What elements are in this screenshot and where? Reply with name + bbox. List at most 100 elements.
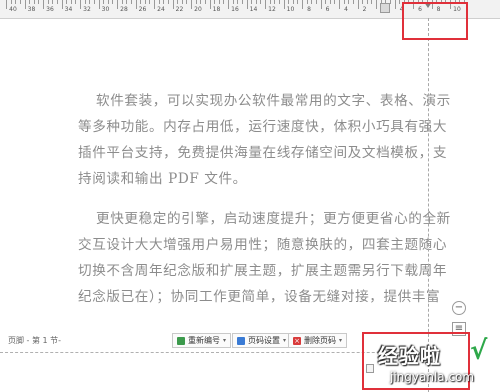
ruler-minor-tick xyxy=(107,0,109,4)
ruler-highlight-box xyxy=(402,2,468,40)
paragraph-2-line-3: 切换不含周年纪念版和扩展主题，扩展主题需另行下载周年 xyxy=(78,263,448,279)
ruler-minor-tick xyxy=(10,0,12,4)
ruler-minor-tick xyxy=(47,0,49,4)
ruler-minor-tick xyxy=(223,0,225,4)
ruler-minor-tick xyxy=(29,0,31,4)
ruler-label: 26 xyxy=(138,6,147,13)
ruler-major-tick xyxy=(209,0,211,9)
ruler-major-tick xyxy=(191,0,192,9)
ruler-minor-tick xyxy=(19,0,21,4)
ruler-minor-tick xyxy=(52,0,54,4)
ruler-minor-tick xyxy=(232,0,234,4)
ruler-minor-tick xyxy=(121,0,123,4)
ruler-minor-tick xyxy=(33,0,35,4)
ruler-minor-tick xyxy=(311,0,313,4)
paragraph-2-line-1: 更快更稳定的引擎，启动速度提升；更方便更省心的全新 xyxy=(96,211,451,227)
ruler-minor-tick xyxy=(288,0,290,4)
ruler-minor-tick xyxy=(278,0,280,4)
watermark-url: jingyanla.com xyxy=(390,370,475,384)
ruler-major-tick xyxy=(246,0,248,9)
ruler-minor-tick xyxy=(149,0,151,4)
ruler-minor-tick xyxy=(130,0,132,4)
delete-page-label: 删除页码 xyxy=(304,336,336,345)
ruler-major-tick xyxy=(265,0,266,9)
minus-circle-icon[interactable]: − xyxy=(452,301,466,315)
ruler-minor-tick xyxy=(126,0,128,4)
ruler-major-tick xyxy=(228,0,229,9)
ruler-indent-marker[interactable] xyxy=(380,3,390,13)
ruler-minor-tick xyxy=(237,0,239,4)
footer-section-label: 页脚 - 第 1 节- xyxy=(8,336,62,345)
ruler-major-tick xyxy=(154,0,155,9)
ruler-minor-tick xyxy=(140,0,142,4)
ruler-minor-tick xyxy=(251,0,253,4)
ruler-label: 4 xyxy=(344,6,348,13)
ruler-major-tick xyxy=(24,0,26,9)
ruler-major-tick xyxy=(283,0,285,9)
page-settings-label: 页码设置 xyxy=(248,336,280,345)
ruler-minor-tick xyxy=(70,0,72,4)
ruler-label: 30 xyxy=(101,6,110,13)
ruler-minor-tick xyxy=(93,0,95,4)
page-settings-button[interactable]: 页码设置 ▾ xyxy=(232,333,292,348)
paragraph-1-line-1: 软件套装，可以实现办公软件最常用的文字、表格、演示 xyxy=(96,93,451,109)
ruler-minor-tick xyxy=(366,0,368,4)
ruler-minor-tick xyxy=(329,0,331,4)
paragraph-1-line-3: 插件平台支持，免费提供海量在线存储空间及文档模板，支 xyxy=(78,145,448,161)
ruler-minor-tick xyxy=(306,0,308,4)
ruler-minor-tick xyxy=(195,0,197,4)
renumber-label: 重新编号 xyxy=(188,336,220,345)
ruler-minor-tick xyxy=(325,0,327,4)
ruler-minor-tick xyxy=(389,0,391,4)
ruler-label: 2 xyxy=(362,6,367,13)
page-settings-icon xyxy=(237,336,245,345)
ruler-label: 40 xyxy=(9,6,17,13)
ruler-minor-tick xyxy=(15,0,17,4)
ruler-minor-tick xyxy=(89,0,91,4)
paragraph-1-line-4: 持阅读和输出 PDF 文件。 xyxy=(78,171,247,187)
ruler-minor-tick xyxy=(181,0,183,4)
ruler-major-tick xyxy=(61,0,63,9)
ruler-minor-tick xyxy=(75,0,77,4)
ruler-major-tick xyxy=(117,0,118,9)
ruler-minor-tick xyxy=(56,0,58,4)
ruler-label: 28 xyxy=(120,6,128,13)
ruler-minor-tick xyxy=(352,0,354,4)
ruler-major-tick xyxy=(172,0,174,9)
ruler-minor-tick xyxy=(399,0,401,4)
ruler-major-tick xyxy=(98,0,100,9)
ruler-major-tick xyxy=(357,0,359,9)
ruler-minor-tick xyxy=(241,0,243,4)
chevron-down-icon: ▾ xyxy=(283,337,287,344)
ruler-minor-tick xyxy=(167,0,169,4)
ruler-minor-tick xyxy=(144,0,146,4)
renumber-button[interactable]: 重新编号 ▾ xyxy=(172,333,232,348)
delete-page-number-button[interactable]: × 删除页码 ▾ xyxy=(288,333,348,348)
renumber-icon xyxy=(177,336,185,345)
ruler-label: 22 xyxy=(175,6,184,13)
ruler-label: 24 xyxy=(157,6,165,13)
ruler-minor-tick xyxy=(348,0,350,4)
ruler-minor-tick xyxy=(255,0,257,4)
paragraph-2-line-4: 纪念版已在）；协同工作更简单，设备无缝对接，提供丰富 xyxy=(78,289,441,305)
ruler-major-tick xyxy=(302,0,303,9)
ruler-label: 12 xyxy=(268,6,276,13)
paragraph-2-line-2: 交互设计大大增强用户易用性；随意换肤的，四套主题随心 xyxy=(78,237,448,253)
ruler-label: 10 xyxy=(286,6,295,13)
ruler-minor-tick xyxy=(214,0,216,4)
ruler-minor-tick xyxy=(158,0,160,4)
paragraph-2[interactable]: 更快更稳定的引擎，启动速度提升；更方便更省心的全新 交互设计大大增强用户易用性；… xyxy=(78,206,451,310)
paragraph-1[interactable]: 软件套装，可以实现办公软件最常用的文字、表格、演示 等多种功能。内存占用低，运行… xyxy=(78,88,451,192)
ruler-major-tick xyxy=(339,0,340,9)
chevron-down-icon: ▾ xyxy=(223,337,227,344)
ruler-minor-tick xyxy=(163,0,165,4)
ruler-minor-tick xyxy=(362,0,364,4)
ruler-label: 8 xyxy=(307,6,311,13)
ruler-label: 16 xyxy=(231,6,239,13)
ruler-minor-tick xyxy=(297,0,299,4)
ruler-major-tick xyxy=(394,0,396,9)
watermark: 经验啦 √ jingyanla.com xyxy=(378,336,498,392)
ruler-label: 34 xyxy=(64,6,73,13)
ruler-label: 18 xyxy=(212,6,221,13)
ruler-minor-tick xyxy=(103,0,105,4)
